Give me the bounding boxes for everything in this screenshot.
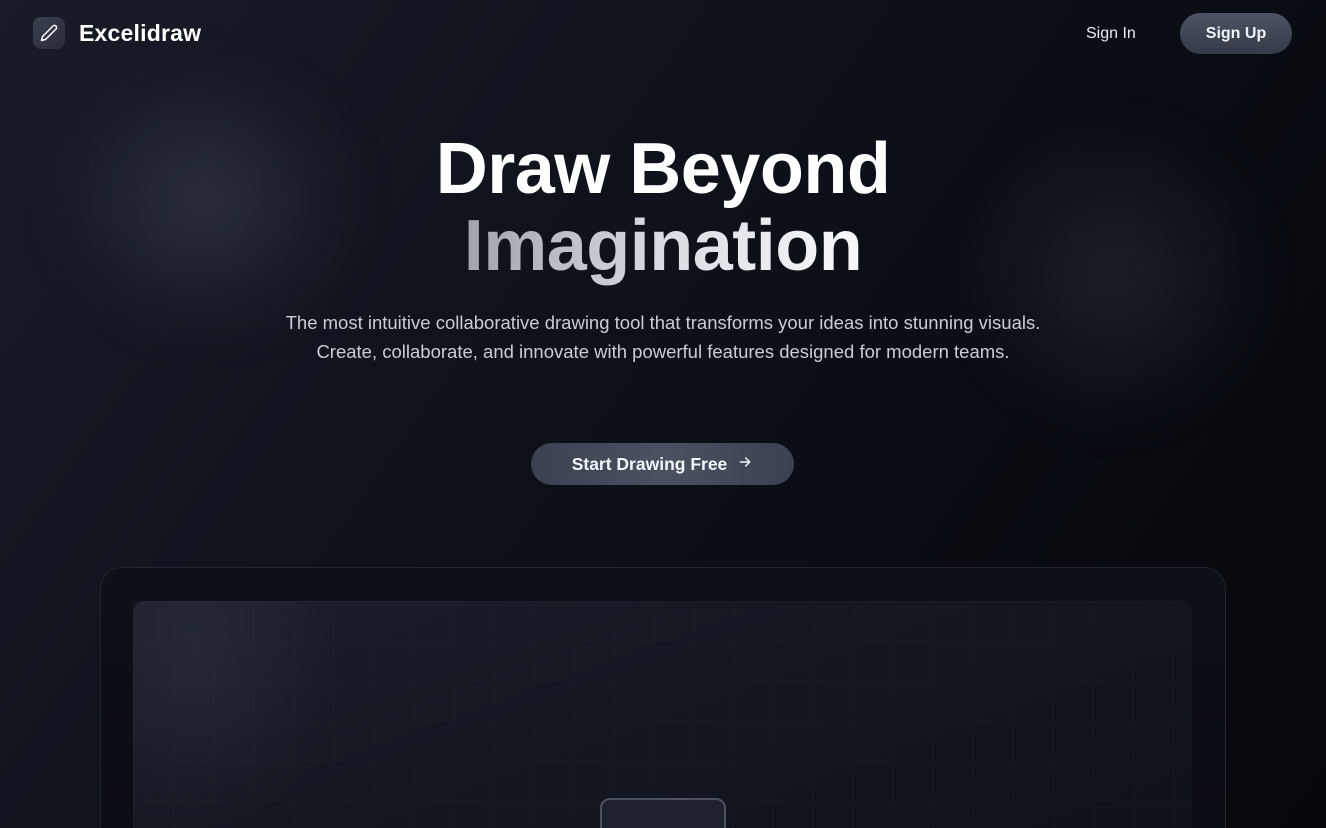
start-drawing-button[interactable]: Start Drawing Free [531,443,794,485]
sign-in-button[interactable]: Sign In [1072,22,1150,46]
hero-title-gradient-text: Imagination [463,206,863,286]
app-preview-canvas [133,601,1192,828]
pencil-icon [33,17,65,49]
hero-title-line1: Draw Beyond [435,129,891,209]
canvas-shape [600,798,726,828]
landing-page: Excelidraw Sign In Sign Up Draw Beyond I… [0,0,1326,828]
brand-logo[interactable]: Excelidraw [33,16,201,50]
start-drawing-label: Start Drawing Free [571,453,728,474]
sign-up-button[interactable]: Sign Up [1180,13,1292,54]
brand-name: Excelidraw [79,19,202,46]
top-nav: Excelidraw Sign In Sign Up [0,0,1326,68]
hero-title-line2: Imagination [0,205,1326,287]
arrow-right-icon [737,454,753,475]
hero-subtitle: The most intuitive collaborative drawing… [285,312,1041,362]
